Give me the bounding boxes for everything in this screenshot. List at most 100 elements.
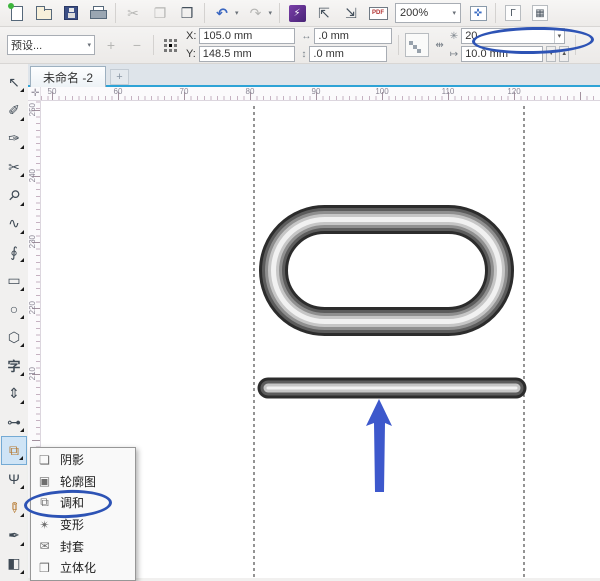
anchor-point-selector[interactable]	[160, 34, 180, 56]
toolbar-separator	[153, 35, 154, 55]
import-icon: ⇱	[318, 4, 330, 21]
polygon-tool-icon: ⬡	[7, 328, 21, 345]
freehand-smooth-tool-icon: ✑	[8, 130, 20, 147]
preset-select[interactable]: 预设... ▾	[7, 35, 95, 55]
pdf-icon: PDF	[368, 6, 388, 20]
x-label: X:	[186, 30, 197, 42]
dimension-tool[interactable]: ⇕	[1, 380, 27, 408]
zoom-level-select[interactable]: 200% ▾	[395, 3, 462, 23]
zoom-dropdown-icon: ▾	[452, 10, 457, 17]
show-rulers-button[interactable]: Γ	[503, 2, 523, 24]
polygon-tool[interactable]: ⬡	[1, 323, 27, 351]
redo-button[interactable]: ↷	[246, 2, 266, 24]
shape-tool[interactable]: ✐	[1, 96, 27, 124]
h-ruler-number: 90	[311, 87, 321, 96]
transparency-tool[interactable]: Ψ	[1, 465, 27, 493]
dimension-tool-icon: ⇕	[8, 385, 20, 402]
freehand-tool-icon: ∿	[8, 215, 20, 232]
undo-dropdown[interactable]: ▾	[235, 9, 239, 17]
open-folder-icon	[36, 6, 52, 20]
outline-pen-tool[interactable]: ✒	[1, 521, 27, 549]
envelope-icon: ✉	[39, 539, 50, 554]
menu-item-label: 变形	[60, 518, 85, 533]
connector-tool-icon: ⊶	[7, 413, 21, 430]
print-button[interactable]	[88, 2, 108, 24]
toolbar-separator	[398, 35, 400, 55]
menu-item-envelope[interactable]: ✉ 封套	[31, 535, 135, 557]
ellipse-tool-icon: ○	[9, 300, 19, 317]
width-value: .0 mm	[318, 30, 349, 42]
h-ruler-number: 60	[113, 87, 123, 96]
zoom-tool[interactable]: ⚲	[1, 181, 27, 209]
spacing-spin-down[interactable]: ▼	[546, 46, 557, 62]
publish-pdf-button[interactable]: PDF	[368, 2, 388, 24]
plus-icon: +	[106, 37, 116, 53]
menu-item-distort[interactable]: ✴ 变形	[31, 514, 135, 536]
fill-tool[interactable]: ◧	[1, 550, 27, 578]
grid-icon: ▦	[532, 5, 549, 21]
blend-spacing-field[interactable]: 10.0 mm	[461, 46, 544, 62]
menu-item-shadow[interactable]: ❏ 阴影	[31, 449, 135, 471]
x-value: 105.0 mm	[203, 30, 253, 42]
ruler-origin-icon[interactable]: ✛	[31, 88, 39, 99]
menu-item-extrude[interactable]: ❒ 立体化	[31, 557, 135, 579]
h-ruler-number: 110	[441, 87, 455, 96]
menu-item-contour[interactable]: ▣ 轮廓图	[31, 471, 135, 493]
remove-preset-button[interactable]: −	[127, 34, 147, 56]
show-grid-button[interactable]: ▦	[530, 2, 550, 24]
stadium-ring-shape[interactable]	[259, 205, 514, 336]
object-width-field[interactable]: .0 mm	[314, 28, 393, 44]
export-button[interactable]: ⇲	[341, 2, 361, 24]
toolbar-separator	[115, 3, 116, 23]
import-button[interactable]: ⇱	[314, 2, 334, 24]
cut-button[interactable]: ✂	[123, 2, 143, 24]
text-tool[interactable]: 字	[1, 351, 27, 379]
save-button[interactable]	[61, 2, 81, 24]
redo-dropdown[interactable]: ▾	[269, 9, 273, 17]
extrude-icon: ❒	[39, 560, 50, 575]
export-icon: ⇲	[345, 4, 357, 21]
transparency-tool-icon: Ψ	[8, 470, 20, 487]
pick-tool[interactable]: ↖	[1, 68, 27, 96]
object-height-field[interactable]: .0 mm	[309, 46, 388, 62]
blend-tool[interactable]: ⧉	[1, 436, 27, 465]
fullscreen-preview-button[interactable]: ✜	[468, 2, 488, 24]
undo-button[interactable]: ↶	[212, 2, 232, 24]
standard-toolbar: ✂ ❐ ❒ ↶ ▾ ↷ ▾ ⚡ ⇱ ⇲ PDF 200% ▾ ✜ Γ ▦	[0, 0, 600, 27]
text-tool-icon: 字	[7, 358, 21, 374]
x-position-field[interactable]: 105.0 mm	[199, 28, 296, 44]
app-launcher-button[interactable]: ⚡	[287, 2, 307, 24]
crop-tool-icon: ✂	[8, 158, 20, 175]
app-launcher-icon: ⚡	[288, 4, 306, 22]
open-button[interactable]	[34, 2, 54, 24]
y-label: Y:	[186, 48, 196, 60]
document-tab-active[interactable]: 未命名 -2	[30, 66, 107, 87]
v-ruler-number: 210	[28, 367, 37, 381]
add-preset-button[interactable]: +	[101, 34, 121, 56]
blend-steps-dropdown-icon[interactable]: ▾	[553, 29, 561, 43]
crop-tool[interactable]: ✂	[1, 153, 27, 181]
freehand-smooth-tool[interactable]: ✑	[1, 125, 27, 153]
toolbar-separator	[204, 3, 205, 23]
shadow-icon: ❏	[39, 452, 50, 467]
spacing-spin-up[interactable]: ▲	[559, 46, 570, 62]
blend-direction-button[interactable]	[405, 33, 430, 57]
menu-item-blend[interactable]: ⧉ 调和	[31, 492, 135, 514]
blend-steps-field[interactable]: 20 ▾	[461, 28, 566, 44]
effects-flyout-menu: ❏ 阴影 ▣ 轮廓图 ⧉ 调和 ✴ 变形 ✉ 封套 ❒ 立体化	[30, 447, 136, 581]
new-tab-button[interactable]: +	[110, 69, 130, 85]
paste-button[interactable]: ❒	[177, 2, 197, 24]
artistic-media-tool[interactable]: ∮	[1, 238, 27, 266]
copy-button[interactable]: ❐	[150, 2, 170, 24]
ellipse-tool[interactable]: ○	[1, 295, 27, 323]
pick-tool-icon: ↖	[8, 73, 20, 90]
new-document-button[interactable]	[7, 2, 27, 24]
connector-tool[interactable]: ⊶	[1, 408, 27, 436]
y-position-field[interactable]: 148.5 mm	[198, 46, 295, 62]
coreldraw-window: { "toolbar": { "zoom_level": "200%", "pd…	[0, 0, 600, 581]
horizontal-ruler[interactable]: 50 60 70 80 90 100 110 120	[41, 87, 600, 101]
eyedropper-tool[interactable]: ✏	[1, 493, 27, 521]
freehand-tool[interactable]: ∿	[1, 210, 27, 238]
fill-tool-icon: ◧	[7, 555, 21, 572]
rectangle-tool[interactable]: ▭	[1, 266, 27, 294]
